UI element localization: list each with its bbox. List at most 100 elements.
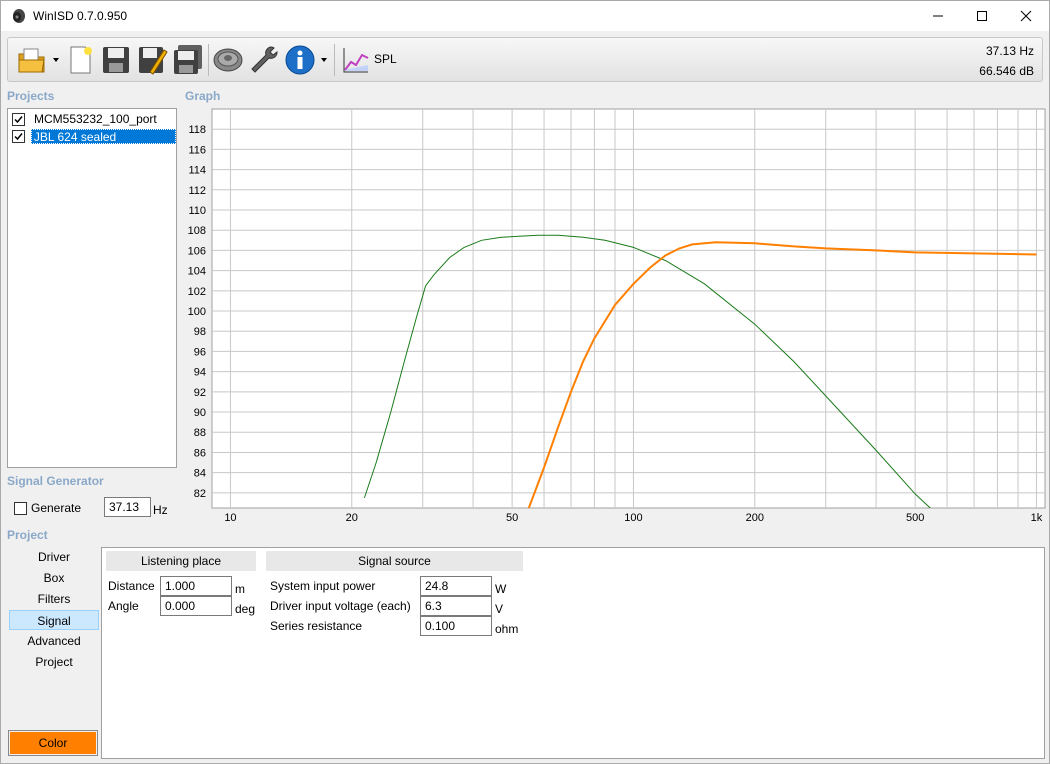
y-tick-label: 82	[194, 488, 206, 500]
y-tick-label: 106	[188, 245, 206, 257]
system-input-power-unit: W	[495, 582, 507, 596]
generate-checkbox[interactable]	[14, 501, 27, 515]
distance-input[interactable]: 1.000	[160, 576, 232, 596]
save-button[interactable]	[100, 43, 132, 77]
speaker-driver-icon	[213, 48, 243, 72]
y-tick-label: 84	[194, 468, 206, 480]
project-item[interactable]: MCM553232_100_port	[10, 111, 176, 128]
open-dropdown-icon[interactable]	[52, 56, 60, 64]
tab-filters[interactable]: Filters	[9, 589, 99, 609]
close-button[interactable]	[1003, 1, 1049, 31]
generator-frequency-input[interactable]: 37.13	[104, 497, 151, 517]
y-tick-label: 108	[188, 225, 206, 237]
y-tick-label: 110	[188, 205, 206, 217]
project-checkbox[interactable]	[12, 130, 25, 143]
graph-icon	[343, 48, 369, 73]
cursor-level-readout: 66.546 dB	[979, 64, 1034, 78]
x-tick-label: 500	[906, 512, 924, 524]
y-tick-label: 92	[194, 387, 206, 399]
tab-signal[interactable]: Signal	[9, 610, 99, 630]
signal-generator-section-label: Signal Generator	[7, 474, 104, 488]
save-as-button[interactable]	[136, 43, 168, 77]
projects-list: MCM553232_100_port JBL 624 sealed	[7, 108, 177, 468]
minimize-button[interactable]	[915, 1, 961, 31]
info-icon	[285, 45, 315, 75]
spl-graph[interactable]: 82 84 86 88 90 92 94 96 98 100 102 104 106 108 110 112 1…	[181, 108, 1047, 526]
tab-driver[interactable]: Driver	[9, 547, 99, 567]
app-icon	[13, 9, 25, 23]
series-resistance-unit: ohm	[495, 622, 519, 636]
floppy-icon	[103, 47, 129, 73]
floppy-multiple-icon	[174, 45, 202, 74]
project-section-label: Project	[7, 528, 48, 542]
info-button[interactable]	[284, 43, 316, 77]
project-name: MCM553232_100_port	[34, 112, 157, 126]
x-tick-label: 100	[624, 512, 642, 524]
x-tick-label: 10	[224, 512, 236, 524]
checkmark-icon	[14, 116, 23, 124]
new-project-button[interactable]	[64, 43, 96, 77]
signal-source-header: Signal source	[266, 551, 523, 571]
wrench-icon	[251, 46, 278, 73]
y-tick-label: 86	[194, 447, 206, 459]
maximize-icon	[977, 11, 987, 21]
tab-project[interactable]: Project	[9, 652, 99, 672]
toolbar: SPL 37.13 Hz 66.546 dB	[7, 37, 1043, 82]
y-tick-label: 100	[188, 306, 206, 318]
project-item[interactable]: JBL 624 sealed	[10, 128, 176, 145]
spl-graph-button[interactable]	[340, 43, 372, 77]
driver-input-voltage-unit: V	[495, 602, 504, 616]
system-input-power-input[interactable]: 24.8	[420, 576, 492, 596]
project-checkbox[interactable]	[12, 113, 25, 126]
x-tick-label: 200	[746, 512, 764, 524]
generate-checkbox-row[interactable]: Generate	[14, 498, 81, 518]
driver-input-voltage-label: Driver input voltage (each)	[270, 599, 411, 613]
generator-frequency-unit: Hz	[153, 503, 168, 517]
folder-open-icon	[18, 48, 45, 73]
y-tick-label: 114	[188, 165, 206, 177]
y-tick-label: 96	[194, 346, 206, 358]
y-tick-label: 104	[188, 266, 206, 278]
y-tick-label: 112	[188, 185, 206, 197]
tab-box[interactable]: Box	[9, 568, 99, 588]
driver-editor-button[interactable]	[212, 43, 244, 77]
driver-input-voltage-input[interactable]: 6.3	[420, 596, 492, 616]
tab-advanced[interactable]: Advanced	[9, 631, 99, 651]
spl-chart[interactable]: 82 84 86 88 90 92 94 96 98 100 102 104 106 108 110 112 1…	[181, 108, 1047, 526]
toolbar-separator	[334, 44, 335, 76]
x-tick-label: 1k	[1031, 512, 1043, 524]
close-icon	[1020, 10, 1032, 22]
open-button[interactable]	[16, 43, 48, 77]
tools-button[interactable]	[248, 43, 280, 77]
spl-label: SPL	[374, 52, 397, 66]
distance-unit: m	[235, 582, 245, 596]
signal-panel: Listening place Distance 1.000 m Angle 0…	[101, 547, 1045, 759]
plot-background	[211, 108, 1046, 509]
series-resistance-label: Series resistance	[270, 619, 363, 633]
window-title: WinISD 0.7.0.950	[33, 9, 128, 23]
y-tick-label: 88	[194, 427, 206, 439]
y-tick-label: 102	[188, 286, 206, 298]
minimize-icon	[933, 15, 943, 17]
color-button-label: Color	[10, 732, 96, 754]
angle-unit: deg	[235, 602, 256, 616]
checkmark-icon	[14, 133, 23, 141]
title-bar: WinISD 0.7.0.950	[1, 1, 1049, 31]
color-button[interactable]: Color	[8, 730, 98, 756]
x-tick-label: 50	[506, 512, 518, 524]
maximize-button[interactable]	[959, 1, 1005, 31]
listening-place-header: Listening place	[106, 551, 256, 571]
toolbar-separator	[208, 44, 209, 76]
system-input-power-label: System input power	[270, 579, 376, 593]
projects-section-label: Projects	[7, 89, 55, 103]
y-tick-label: 94	[194, 367, 206, 379]
graph-section-label: Graph	[185, 89, 221, 103]
y-tick-label: 98	[194, 326, 206, 338]
angle-input[interactable]: 0.000	[160, 596, 232, 616]
save-all-button[interactable]	[172, 43, 204, 77]
project-name: JBL 624 sealed	[30, 129, 176, 144]
series-resistance-input[interactable]: 0.100	[420, 616, 492, 636]
info-dropdown-icon[interactable]	[320, 56, 328, 64]
y-tick-label: 90	[194, 407, 206, 419]
new-document-icon	[70, 46, 92, 74]
